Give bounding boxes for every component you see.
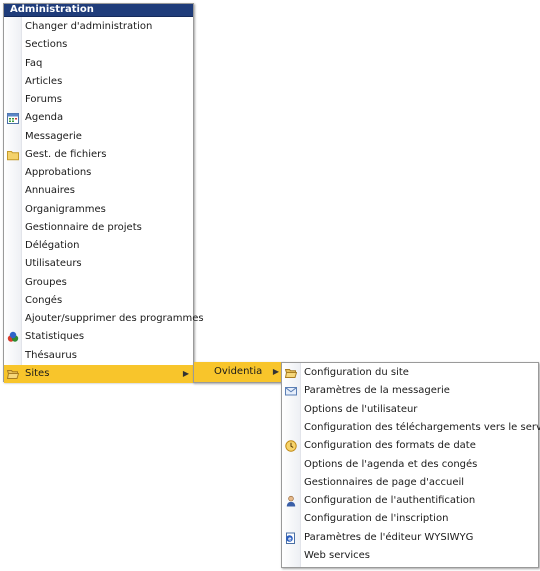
menu-item-label: Configuration des téléchargements vers l… [304,421,540,433]
menu-item-delegation[interactable]: Délégation [4,237,193,255]
statistics-icon [7,331,19,343]
menu-item-label: Ajouter/supprimer des programmes [25,313,204,324]
folder-icon [7,149,19,161]
menu-item-label: Sections [25,39,68,51]
menu-item-gestionnaires-de-page-d-accueil[interactable]: Gestionnaires de page d'accueil [282,474,538,492]
menu-item-annuaires[interactable]: Annuaires [4,182,193,200]
calendar-icon [7,112,19,125]
menu-item-label: Ovidentia [214,366,263,377]
submenu-arrow-icon: ▶ [272,367,279,376]
menu-item-label: Délégation [25,240,80,251]
sites-submenu: Ovidentia ▶ [193,362,284,383]
menu-item-label: Configuration des formats de date [304,440,476,452]
menu-item-label: Configuration de l'inscription [304,513,449,525]
menu-item-label: Groupes [25,276,67,288]
menu-item-ajouter-supprimer-des-programmes[interactable]: Ajouter/supprimer des programmes [4,310,204,328]
menu-item-options-de-l-utilisateur[interactable]: Options de l'utilisateur [282,401,538,419]
menu-item-configuration-des-telechargements-vers-le-serveur[interactable]: Configuration des téléchargements vers l… [282,419,540,437]
menu-item-changer-d-administration[interactable]: Changer d'administration [4,18,193,36]
menu-item-configuration-de-l-inscription[interactable]: Configuration de l'inscription [282,510,538,528]
menu-item-approbations[interactable]: Approbations [4,164,193,182]
menu-item-faq[interactable]: Faq [4,55,193,73]
menu-item-label: Paramètres de la messagerie [304,385,450,397]
menu-item-groupes[interactable]: Groupes [4,274,193,292]
menu-item-articles[interactable]: Articles [4,73,193,91]
menu-item-label: Gestionnaires de page d'accueil [304,476,465,488]
menu-item-options-de-l-agenda-et-des-conges[interactable]: Options de l'agenda et des congés [282,456,538,474]
editor-icon: e [285,532,297,544]
menu-item-organigrammes[interactable]: Organigrammes [4,201,193,219]
menu-item-configuration-de-l-authentification[interactable]: Configuration de l'authentification [282,492,538,510]
menu-item-sections[interactable]: Sections [4,36,193,54]
submenu-arrow-icon: ▶ [182,368,189,378]
menu-item-messagerie[interactable]: Messagerie [4,128,193,146]
menu-item-conges[interactable]: Congés [4,292,193,310]
menu-item-label: Forums [25,94,62,105]
menu-item-label: Approbations [25,167,92,178]
open-folder-icon [284,367,298,379]
menu-item-label: Configuration du site [304,367,409,378]
menu-item-ovidentia[interactable]: Ovidentia ▶ [194,362,283,382]
menu-item-label: Congés [25,294,63,306]
menu-item-label: Gest. de fichiers [25,148,107,160]
user-icon [285,495,297,507]
menu-item-label: Statistiques [25,331,85,343]
menu-item-parametres-de-la-messagerie[interactable]: Paramètres de la messagerie [282,382,538,400]
menu-item-label: Options de l'agenda et des congés [304,458,478,470]
menu-item-label: Sites [25,367,50,379]
menu-item-label: Organigrammes [25,203,106,215]
open-folder-icon [6,368,20,380]
menu-item-label: Paramètres de l'éditeur WYSIWYG [304,531,474,543]
menu-item-sites[interactable]: Sites ▶ [4,364,193,383]
menu-item-label: Utilisateurs [25,258,82,270]
menu-item-parametres-de-l-editeur-wysiwyg[interactable]: e Paramètres de l'éditeur WYSIWYG [282,529,538,547]
menu-item-label: Agenda [25,112,64,124]
menu-item-label: Faq [25,57,43,69]
menu-item-label: Options de l'utilisateur [304,403,418,415]
menu-item-agenda[interactable]: Agenda [4,109,193,127]
menu-item-label: Annuaires [25,185,76,197]
menu-item-web-services[interactable]: Web services [282,547,538,565]
svg-text:e: e [288,536,292,542]
menu-item-configuration-des-formats-de-date[interactable]: Configuration des formats de date [282,437,538,455]
menu-item-label: Messagerie [25,130,82,142]
envelope-icon [285,385,297,397]
menu-item-forums[interactable]: Forums [4,91,193,109]
menu-item-label: Thésaurus [25,349,77,361]
menu-item-label: Articles [25,75,63,87]
menu-item-statistiques[interactable]: Statistiques [4,328,193,346]
menu-header: Administration [4,4,193,17]
administration-menu: Administration Changer d'administration S… [3,3,204,383]
menu-item-gestionnaire-de-projets[interactable]: Gestionnaire de projets [4,219,193,237]
menu-item-label: Changer d'administration [25,21,153,32]
menu-item-configuration-du-site[interactable]: Configuration du site [282,364,538,382]
menu-item-thesaurus[interactable]: Thésaurus [4,347,193,365]
menu-item-utilisateurs[interactable]: Utilisateurs [4,255,193,273]
clock-icon [285,440,297,452]
menu-item-label: Gestionnaire de projets [25,221,142,233]
ovidentia-submenu: Configuration du site Paramètres de la me… [281,362,540,568]
menu-item-label: Configuration de l'authentification [304,495,476,507]
menu-item-label: Web services [304,550,371,561]
menu-item-gest-de-fichiers[interactable]: Gest. de fichiers [4,146,193,164]
